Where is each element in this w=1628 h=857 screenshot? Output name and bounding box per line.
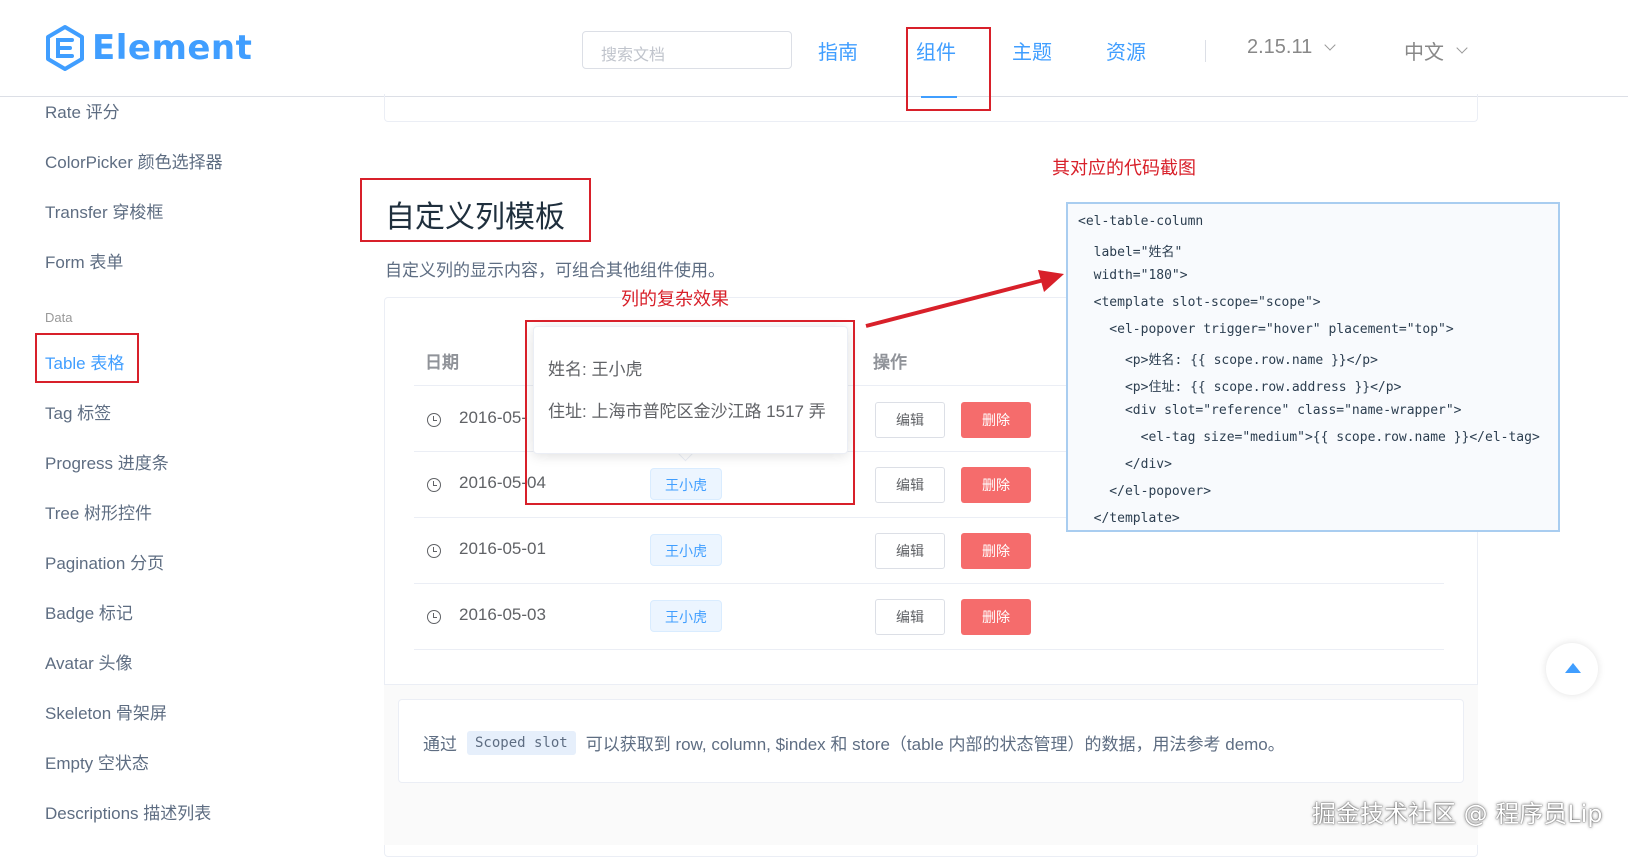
previous-demo-frame [384,94,1478,122]
sidebar-item-avatar[interactable]: Avatar 头像 [45,649,133,674]
table-header-actions: 操作 [873,353,907,372]
nav-theme[interactable]: 主题 [1012,36,1052,65]
tip-text: 通过 Scoped slot 可以获取到 row, column, $index… [423,730,1285,755]
section-description: 自定义列的显示内容，可组合其他组件使用。 [385,261,725,280]
code-line: <el-popover trigger="hover" placement="t… [1078,322,1454,337]
code-line: <el-table-column [1078,214,1204,229]
table-divider [414,583,1444,584]
code-line: </el-popover> [1078,484,1212,499]
tip-prefix: 通过 [423,735,457,754]
sidebar-item-pagination[interactable]: Pagination 分页 [45,549,164,574]
code-line: <el-tag size="medium">{{ scope.row.name … [1078,430,1540,445]
sidebar-item-skeleton[interactable]: Skeleton 骨架屏 [45,699,167,724]
nav-resource[interactable]: 资源 [1106,36,1146,65]
code-line: <p>住址: {{ scope.row.address }}</p> [1078,380,1402,395]
edit-button[interactable]: 编辑 [875,599,945,635]
back-to-top-button[interactable] [1546,643,1598,695]
edit-button[interactable]: 编辑 [875,402,945,438]
code-line: </div> [1078,457,1172,472]
delete-button[interactable]: 删除 [961,467,1031,503]
annotation-code-caption: 其对应的代码截图 [1052,158,1196,179]
sidebar-item-tree[interactable]: Tree 树形控件 [45,499,152,524]
nav-guide[interactable]: 指南 [818,36,858,65]
sidebar-item-tag[interactable]: Tag 标签 [45,399,111,424]
logo-text: Element [92,28,253,68]
edit-button[interactable]: 编辑 [875,467,945,503]
annotation-arrow-icon [865,270,1064,328]
code-line: <p>姓名: {{ scope.row.name }}</p> [1078,353,1378,368]
code-line: <template slot-scope="scope"> [1078,295,1321,310]
code-screenshot: <el-table-column label="姓名" width="180">… [1066,202,1560,532]
search-input[interactable]: 搜索文档 [582,31,792,69]
sidebar-item-progress[interactable]: Progress 进度条 [45,449,169,474]
sidebar-item-colorpicker[interactable]: ColorPicker 颜色选择器 [45,148,223,173]
annotation-box-sidebar [35,333,139,383]
name-tag[interactable]: 王小虎 [650,534,722,566]
delete-button[interactable]: 删除 [961,533,1031,569]
table-cell-date: 2016-05- [459,408,528,427]
annotation-box-popover [525,320,855,505]
clock-icon [427,544,441,558]
clock-icon [427,610,441,624]
table-cell-date: 2016-05-01 [459,539,546,558]
tip-block: 通过 Scoped slot 可以获取到 row, column, $index… [398,699,1464,783]
edit-button[interactable]: 编辑 [875,533,945,569]
sidebar-item-descriptions[interactable]: Descriptions 描述列表 [45,799,211,824]
element-logo[interactable]: Element [44,24,252,72]
table-header-date: 日期 [425,353,459,372]
tip-suffix: 可以获取到 row, column, $index 和 store（table … [585,735,1285,754]
delete-button[interactable]: 删除 [961,599,1031,635]
code-line: label="姓名" [1078,245,1183,260]
annotation-effect-caption: 列的复杂效果 [621,289,729,310]
element-logo-icon [46,25,84,71]
code-line: width="180"> [1078,268,1188,283]
language-label: 中文 [1404,42,1444,64]
clock-icon [427,478,441,492]
chevron-down-icon [1456,42,1468,54]
top-header: Element 搜索文档 指南 组件 主题 资源 2.15.11 中文 [0,0,1628,97]
name-tag[interactable]: 王小虎 [650,600,722,632]
code-line: <div slot="reference" class="name-wrappe… [1078,403,1462,418]
sidebar-item-transfer[interactable]: Transfer 穿梭框 [45,198,163,223]
tip-code-chip: Scoped slot [467,730,576,755]
version-dropdown[interactable]: 2.15.11 [1247,36,1336,59]
sidebar-item-form[interactable]: Form 表单 [45,248,123,273]
language-dropdown[interactable]: 中文 [1404,36,1468,65]
table-cell-date: 2016-05-03 [459,605,546,624]
nav-separator [1205,40,1206,62]
watermark: 掘金技术社区 @ 程序员Lip [1312,800,1603,828]
clock-icon [427,413,441,427]
delete-button[interactable]: 删除 [961,402,1031,438]
code-line: </template> [1078,511,1180,526]
chevron-down-icon [1324,39,1336,51]
annotation-box-title [360,178,591,242]
sidebar-group-data: Data [45,310,73,325]
sidebar-item-badge[interactable]: Badge 标记 [45,599,133,624]
sidebar-item-rate[interactable]: Rate 评分 [45,98,120,123]
sidebar-item-empty[interactable]: Empty 空状态 [45,749,149,774]
version-label: 2.15.11 [1247,36,1313,58]
table-divider [414,649,1444,650]
